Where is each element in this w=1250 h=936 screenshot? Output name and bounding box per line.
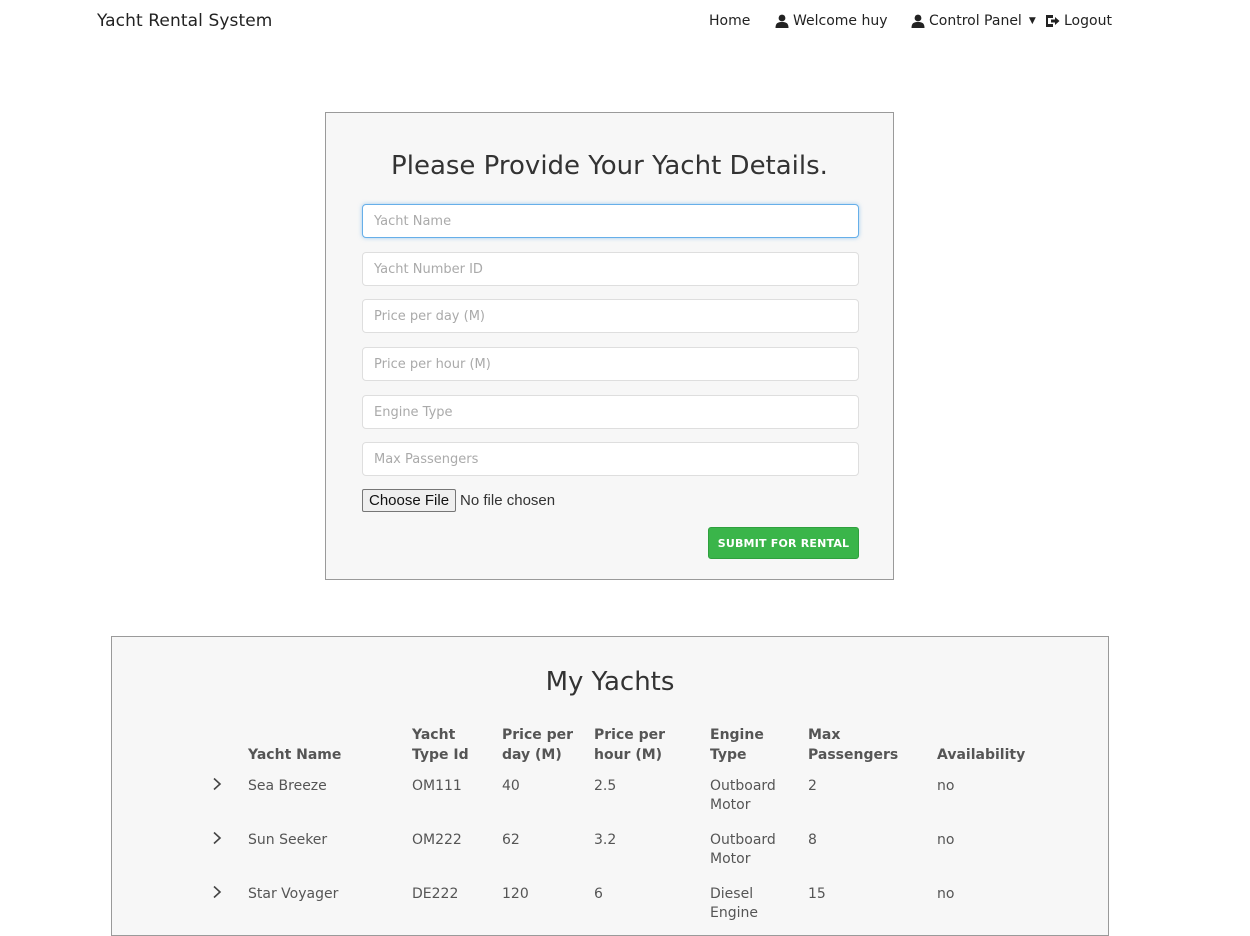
caret-down-icon: ▼ <box>1028 16 1036 26</box>
yachts-table: Yacht Name Yacht Type Id Price per day (… <box>204 725 1037 935</box>
table-row[interactable]: Sea Breeze OM111 40 2.5 Outboard Motor 2… <box>204 773 1037 827</box>
table-row[interactable]: Star Voyager DE222 120 6 Diesel Engine 1… <box>204 881 1037 935</box>
col-header-availability: Availability <box>937 747 1026 763</box>
table-header-row: Yacht Name Yacht Type Id Price per day (… <box>204 725 1037 773</box>
cell-max: 2 <box>808 778 817 794</box>
submit-for-rental-button[interactable]: SUBMIT FOR RENTAL <box>708 527 859 559</box>
yacht-details-form: Please Provide Your Yacht Details. Choos… <box>325 112 894 580</box>
cell-max: 8 <box>808 832 817 848</box>
nav-home-link[interactable]: Home <box>709 13 750 29</box>
logout-label: Logout <box>1064 13 1112 29</box>
nav-welcome-link[interactable]: Welcome huy <box>775 13 888 29</box>
chevron-right-icon[interactable] <box>212 777 222 791</box>
cell-name: Star Voyager <box>248 886 339 902</box>
chevron-right-icon[interactable] <box>212 885 222 899</box>
yacht-name-input[interactable] <box>362 204 859 238</box>
cell-type-id: OM222 <box>412 832 462 848</box>
col-header-name: Yacht Name <box>248 747 342 763</box>
logout-link[interactable]: Logout <box>1045 13 1112 29</box>
cell-price-hour: 2.5 <box>594 778 617 794</box>
cell-engine: Outboard Motor <box>710 832 776 867</box>
user-icon <box>775 14 789 28</box>
col-header-price-hour: Price per hour (M) <box>594 727 666 763</box>
cell-availability: no <box>937 832 955 848</box>
file-status: No file chosen <box>460 492 556 509</box>
cell-price-day: 62 <box>502 832 520 848</box>
table-row[interactable]: Sun Seeker OM222 62 3.2 Outboard Motor 8… <box>204 827 1037 881</box>
choose-file-button[interactable]: Choose File <box>362 489 457 512</box>
engine-type-input[interactable] <box>362 395 859 429</box>
my-yachts-panel: My Yachts Yacht Name Yacht Type Id Price… <box>111 636 1109 936</box>
cell-type-id: OM111 <box>412 778 462 794</box>
price-per-day-input[interactable] <box>362 299 859 333</box>
user-icon <box>911 14 925 28</box>
cell-name: Sea Breeze <box>248 778 327 794</box>
chevron-right-icon[interactable] <box>212 831 222 845</box>
max-passengers-input[interactable] <box>362 442 859 476</box>
cell-availability: no <box>937 886 955 902</box>
cell-price-hour: 3.2 <box>594 832 617 848</box>
control-panel-label: Control Panel <box>929 13 1022 29</box>
brand-title[interactable]: Yacht Rental System <box>97 11 272 31</box>
cell-availability: no <box>937 778 955 794</box>
cell-type-id: DE222 <box>412 886 459 902</box>
cell-max: 15 <box>808 886 826 902</box>
cell-name: Sun Seeker <box>248 832 328 848</box>
welcome-label: Welcome huy <box>793 13 888 29</box>
col-header-type-id: Yacht Type Id <box>412 727 469 763</box>
col-header-max: Max Passengers <box>808 727 899 763</box>
cell-price-day: 120 <box>502 886 529 902</box>
my-yachts-title: My Yachts <box>545 667 675 697</box>
yacht-number-id-input[interactable] <box>362 252 859 286</box>
control-panel-dropdown[interactable]: Control Panel ▼ <box>911 13 1036 29</box>
form-title: Please Provide Your Yacht Details. <box>391 151 828 181</box>
cell-price-hour: 6 <box>594 886 603 902</box>
logout-icon <box>1045 14 1060 28</box>
col-header-engine: Engine Type <box>710 727 764 763</box>
col-header-price-day: Price per day (M) <box>502 727 574 763</box>
cell-price-day: 40 <box>502 778 520 794</box>
cell-engine: Diesel Engine <box>710 886 758 921</box>
cell-engine: Outboard Motor <box>710 778 776 813</box>
file-upload: Choose File No file chosen <box>362 489 555 512</box>
price-per-hour-input[interactable] <box>362 347 859 381</box>
